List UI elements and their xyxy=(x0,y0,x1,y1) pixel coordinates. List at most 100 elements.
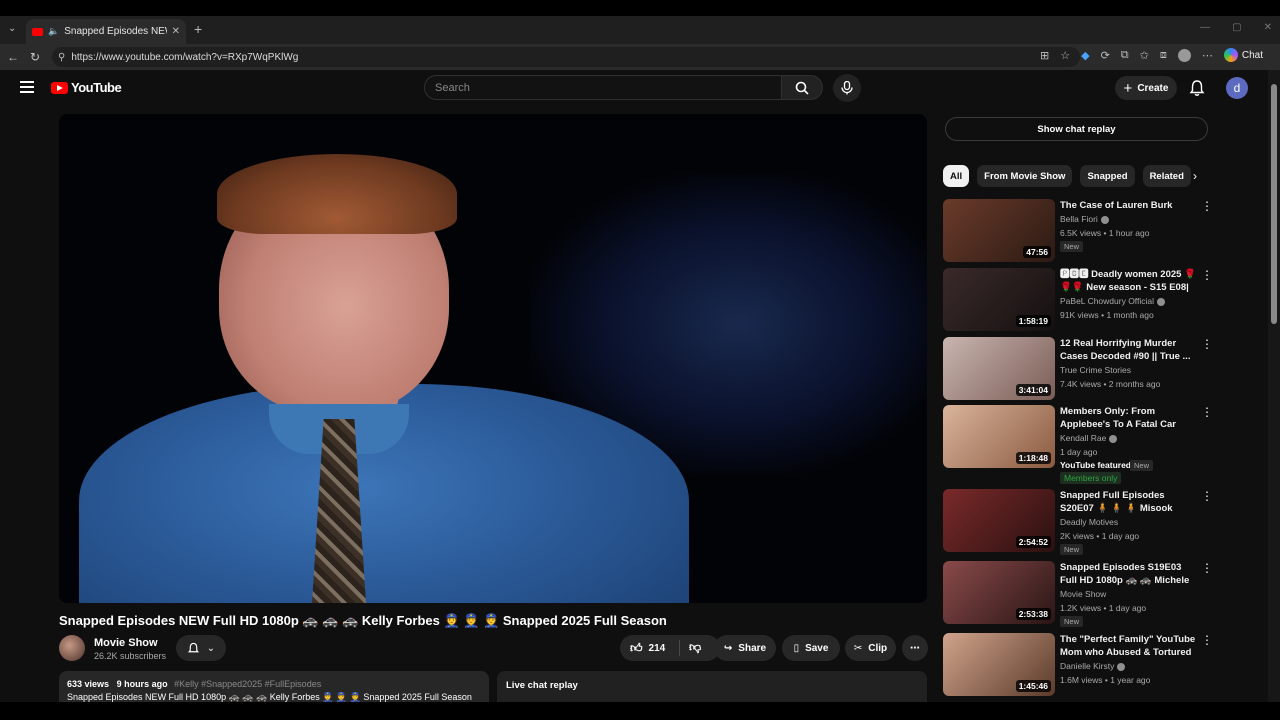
like-icon[interactable]: 👍︎ xyxy=(630,641,643,656)
recommendation-title[interactable]: The "Perfect Family" YouTube Mom who Abu… xyxy=(1060,633,1198,659)
video-thumbnail[interactable]: 2:54:52 xyxy=(943,489,1055,552)
chip-all[interactable]: All xyxy=(943,165,970,187)
video-thumbnail[interactable]: 1:58:19 xyxy=(943,268,1055,331)
youtube-logo[interactable]: YouTube xyxy=(51,80,122,95)
address-toolbar: ← ↻ ⚲ https://www.youtube.com/watch?v=RX… xyxy=(0,44,1280,70)
browser-tab-youtube[interactable]: 🔈 Snapped Episodes NEW Full H ✕ xyxy=(26,19,186,44)
more-vertical-icon[interactable]: ⋮ xyxy=(1201,490,1213,502)
verified-icon xyxy=(1100,215,1109,224)
recommendation-item[interactable]: 1:58:19 🅿🅱🅴 Deadly women 2025 🌹🌹🌹 New se… xyxy=(943,268,1213,334)
like-dislike-group: 👍︎ 214 👎︎ xyxy=(620,635,720,661)
recommendation-stats: 1.2K views • 1 day ago xyxy=(1060,603,1147,613)
address-bar[interactable]: ⚲ https://www.youtube.com/watch?v=RXp7Wq… xyxy=(52,47,1080,67)
more-vertical-icon[interactable]: ⋮ xyxy=(1201,562,1213,574)
recommendation-item[interactable]: 47:56 The Case of Lauren Burk Bella Fior… xyxy=(943,199,1213,265)
recommendation-channel[interactable]: Deadly Motives xyxy=(1060,517,1118,527)
recommendation-item[interactable]: 3:41:04 12 Real Horrifying Murder Cases … xyxy=(943,337,1213,403)
video-thumbnail[interactable]: 47:56 xyxy=(943,199,1055,262)
search-button[interactable] xyxy=(781,75,823,100)
more-vertical-icon[interactable]: ⋮ xyxy=(1201,406,1213,418)
refresh-extension-icon[interactable]: ⟳ xyxy=(1101,49,1110,62)
tab-list-chevron-icon[interactable]: ⌄ xyxy=(8,23,16,34)
favorite-star-icon[interactable]: ☆ xyxy=(1060,49,1070,62)
recommendation-title[interactable]: Snapped Full Episodes S20E07 🧍 🧍 🧍 Misoo… xyxy=(1060,489,1198,515)
video-thumbnail[interactable]: 1:18:48 xyxy=(943,405,1055,468)
chip-from-movie-show[interactable]: From Movie Show xyxy=(977,165,1073,187)
recommendation-title[interactable]: 12 Real Horrifying Murder Cases Decoded … xyxy=(1060,337,1198,363)
recommendation-channel[interactable]: Bella Fiori xyxy=(1060,214,1109,224)
site-info-icon[interactable]: ⚲ xyxy=(58,52,65,63)
share-button[interactable]: ↪ Share xyxy=(714,635,776,661)
chip-related[interactable]: Related xyxy=(1142,165,1191,187)
like-count[interactable]: 214 xyxy=(649,643,666,654)
close-tab-icon[interactable]: ✕ xyxy=(172,26,180,37)
create-button[interactable]: + Create xyxy=(1115,76,1177,100)
recommendation-channel[interactable]: True Crime Stories xyxy=(1060,365,1131,375)
video-thumbnail[interactable]: 1:45:46 xyxy=(943,633,1055,696)
favorites-icon[interactable]: ✩ xyxy=(1140,49,1149,62)
copilot-chat-button[interactable]: Chat xyxy=(1223,48,1263,62)
channel-avatar[interactable] xyxy=(59,635,85,661)
video-thumbnail[interactable]: 2:53:38 xyxy=(943,561,1055,624)
back-icon[interactable]: ← xyxy=(2,50,24,64)
window-top-strip xyxy=(0,0,1280,16)
extension-icon[interactable]: ◆ xyxy=(1081,49,1089,62)
video-thumbnail[interactable]: 3:41:04 xyxy=(943,337,1055,400)
more-vertical-icon[interactable]: ⋮ xyxy=(1201,338,1213,350)
new-tab-icon[interactable]: + xyxy=(194,21,202,37)
recommendation-item[interactable]: 2:54:52 Snapped Full Episodes S20E07 🧍 🧍… xyxy=(943,489,1213,555)
menu-icon[interactable] xyxy=(20,81,34,93)
recommendation-stats: 7.4K views • 2 months ago xyxy=(1060,379,1161,389)
more-vertical-icon[interactable]: ⋮ xyxy=(1201,269,1213,281)
recommendation-item[interactable]: 2:53:38 Snapped Episodes S19E03 Full HD … xyxy=(943,561,1213,627)
profile-icon[interactable] xyxy=(1177,48,1191,62)
channel-name[interactable]: Movie Show xyxy=(94,637,158,649)
recommendation-channel[interactable]: PaBeL Chowdury Official xyxy=(1060,296,1166,306)
chip-snapped[interactable]: Snapped xyxy=(1080,165,1135,187)
notifications-bell-icon[interactable] xyxy=(1188,79,1206,97)
chevron-right-icon[interactable]: › xyxy=(1186,165,1204,187)
recommendation-item[interactable]: 1:18:48 Members Only: From Applebee's To… xyxy=(943,405,1213,485)
collections-icon[interactable]: ⧈ xyxy=(1160,49,1167,62)
channel-name-text: Kendall Rae xyxy=(1060,433,1107,443)
toolbar-icons: ⊞ ☆ ◆ ⟳ ⧉ ✩ ⧈ ⋯ Chat xyxy=(1040,48,1263,62)
subscribed-notifications-button[interactable]: ⌄ xyxy=(176,635,226,661)
recommendation-item[interactable]: 1:45:46 The "Perfect Family" YouTube Mom… xyxy=(943,633,1213,699)
search-input[interactable]: Search xyxy=(424,75,782,100)
hashtags[interactable]: #Kelly #Snapped2025 #FullEpisodes xyxy=(174,679,321,689)
maximize-icon[interactable]: ▢ xyxy=(1232,22,1241,33)
show-chat-replay-button[interactable]: Show chat replay xyxy=(945,117,1208,141)
share-arrow-icon: ↪ xyxy=(723,642,733,654)
recommendation-stats: 6.5K views • 1 hour ago xyxy=(1060,228,1150,238)
window-controls: — ▢ ✕ xyxy=(1200,22,1272,33)
app-available-icon[interactable]: ⊞ xyxy=(1040,49,1049,62)
recommendation-channel[interactable]: Danielle Kirsty xyxy=(1060,661,1126,671)
save-label: Save xyxy=(805,642,829,654)
more-vertical-icon[interactable]: ⋮ xyxy=(1201,200,1213,212)
settings-more-icon[interactable]: ⋯ xyxy=(1202,49,1213,62)
page-scrollbar[interactable] xyxy=(1268,70,1280,702)
reload-icon[interactable]: ↻ xyxy=(24,50,46,64)
recommendation-channel[interactable]: Movie Show xyxy=(1060,589,1106,599)
account-avatar[interactable]: d xyxy=(1226,77,1248,99)
audio-playing-icon[interactable]: 🔈 xyxy=(48,26,59,37)
more-vertical-icon[interactable]: ⋮ xyxy=(1201,634,1213,646)
dislike-icon[interactable]: 👎︎ xyxy=(689,640,701,655)
recommendation-title[interactable]: 🅿🅱🅴 Deadly women 2025 🌹🌹🌹 New season - S… xyxy=(1060,268,1198,294)
recommendation-title[interactable]: Members Only: From Applebee's To A Fatal… xyxy=(1060,405,1198,431)
clip-button[interactable]: ✂ Clip xyxy=(845,635,896,661)
recommendation-channel[interactable]: Kendall Rae xyxy=(1060,433,1118,443)
minimize-icon[interactable]: — xyxy=(1200,22,1210,33)
recommendation-title[interactable]: The Case of Lauren Burk xyxy=(1060,199,1198,212)
youtube-header: YouTube Search + Create d xyxy=(0,70,1268,106)
recommendation-title[interactable]: Snapped Episodes S19E03 Full HD 1080p 🚓 … xyxy=(1060,561,1198,587)
scrollbar-thumb[interactable] xyxy=(1271,84,1277,324)
more-actions-button[interactable]: ⋯ xyxy=(902,635,928,661)
save-button[interactable]: ▯ Save xyxy=(782,635,840,661)
search-placeholder: Search xyxy=(435,82,470,94)
close-window-icon[interactable]: ✕ xyxy=(1264,22,1272,33)
video-player[interactable] xyxy=(59,114,927,603)
channel-name-text: True Crime Stories xyxy=(1060,365,1132,375)
voice-search-button[interactable] xyxy=(833,74,861,102)
extensions-puzzle-icon[interactable]: ⧉ xyxy=(1121,49,1129,62)
